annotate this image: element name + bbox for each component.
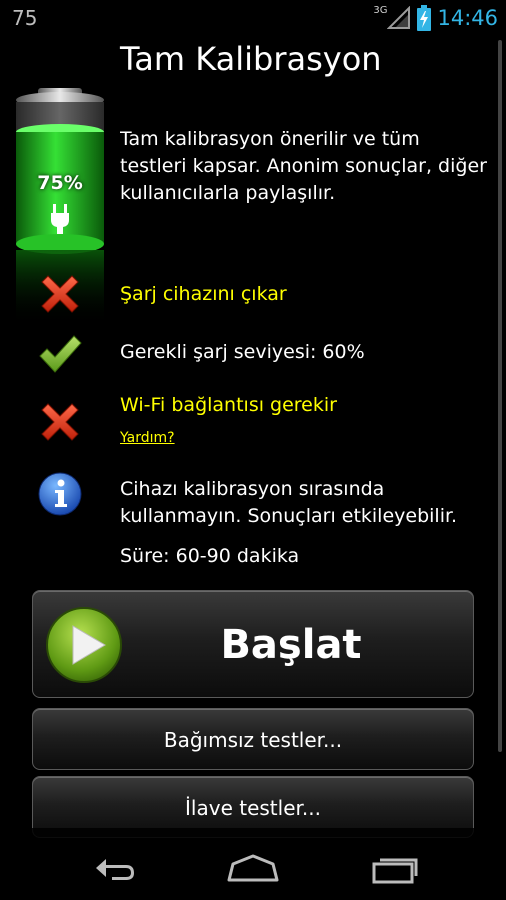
back-icon[interactable]	[82, 848, 142, 888]
battery-percent-label: 75%	[37, 172, 83, 194]
status-bar: 75 3G 14:46	[0, 0, 506, 36]
info-text: Cihazı kalibrasyon sırasında kullanmayın…	[120, 476, 457, 530]
intro-text: Tam kalibrasyon önerilir ve tüm testleri…	[120, 126, 506, 207]
battery-status-icon	[417, 5, 432, 31]
status-notification-count: 75	[12, 6, 38, 30]
info-icon	[38, 472, 82, 516]
cross-icon	[41, 403, 79, 441]
network-type-label: 3G	[373, 4, 388, 16]
info-line: kullanmayın. Sonuçları etkileyebilir.	[120, 505, 458, 527]
status-icons: 3G 14:46	[367, 3, 498, 33]
start-button-label: Başlat	[220, 622, 362, 668]
independent-tests-button[interactable]: Bağımsız testler...	[32, 708, 474, 770]
status-clock: 14:46	[437, 6, 498, 30]
start-button[interactable]: Başlat	[32, 590, 474, 698]
intro-line: kullanıcılarla paylaşılır.	[120, 182, 336, 204]
requirement-charge-level: Gerekli şarj seviyesi: 60%	[120, 341, 365, 363]
requirement-unplug-charger: Şarj cihazını çıkar	[120, 283, 287, 305]
help-link[interactable]: Yardım?	[120, 430, 175, 446]
home-icon[interactable]	[223, 848, 283, 888]
intro-line: testleri kapsar. Anonim sonuçlar, diğer	[120, 155, 487, 177]
recent-apps-icon[interactable]	[364, 848, 424, 888]
navigation-bar	[0, 828, 506, 900]
duration-label: Süre: 60-90 dakika	[120, 545, 300, 567]
page-title: Tam Kalibrasyon	[120, 40, 382, 78]
info-line: Cihazı kalibrasyon sırasında	[120, 478, 385, 500]
intro-line: Tam kalibrasyon önerilir ve tüm	[120, 128, 420, 150]
cross-icon	[41, 275, 79, 313]
check-icon	[39, 335, 82, 373]
requirement-wifi: Wi-Fi bağlantısı gerekir	[120, 394, 337, 416]
signal-icon	[387, 6, 411, 29]
